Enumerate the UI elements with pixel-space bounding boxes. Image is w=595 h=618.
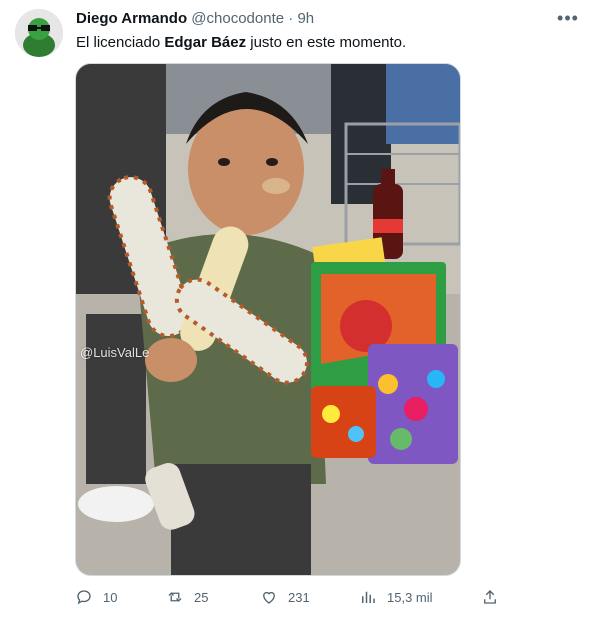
tweet-header: Diego Armando @chocodonte · 9h <box>76 10 314 28</box>
avatar[interactable] <box>15 9 63 57</box>
tweet-text-suffix: justo en este momento. <box>246 34 407 51</box>
reply-icon <box>77 590 91 605</box>
like-button[interactable]: 231 <box>260 585 310 609</box>
tweet-time[interactable]: 9h <box>297 10 314 27</box>
photo-illustration <box>76 64 460 575</box>
like-icon <box>263 591 275 604</box>
tweet-text-bold: Edgar Báez <box>164 34 247 51</box>
more-icon[interactable]: ••• <box>556 8 580 28</box>
image-watermark: @LuisValLe <box>80 345 150 360</box>
tweet-text-prefix: El licenciado <box>76 34 165 51</box>
separator: · <box>288 10 294 27</box>
share-button[interactable] <box>481 585 509 609</box>
reply-count: 10 <box>103 589 118 605</box>
retweet-button[interactable]: 25 <box>166 585 208 609</box>
tweet-image[interactable] <box>75 63 461 576</box>
retweet-icon <box>168 592 182 602</box>
tweet-text: El licenciado Edgar Báez justo en este m… <box>76 33 406 53</box>
author-name[interactable]: Diego Armando <box>76 10 187 27</box>
like-count: 231 <box>288 589 310 605</box>
reply-button[interactable]: 10 <box>75 585 117 609</box>
action-bar: 10 25 231 15,3 mil <box>75 585 505 609</box>
views-count: 15,3 mil <box>387 589 433 605</box>
retweet-count: 25 <box>194 589 209 605</box>
views-button[interactable]: 15,3 mil <box>359 585 433 609</box>
author-handle[interactable]: @chocodonte <box>191 10 284 27</box>
share-icon <box>484 590 496 604</box>
avatar-image <box>15 9 63 57</box>
views-icon <box>362 591 375 603</box>
